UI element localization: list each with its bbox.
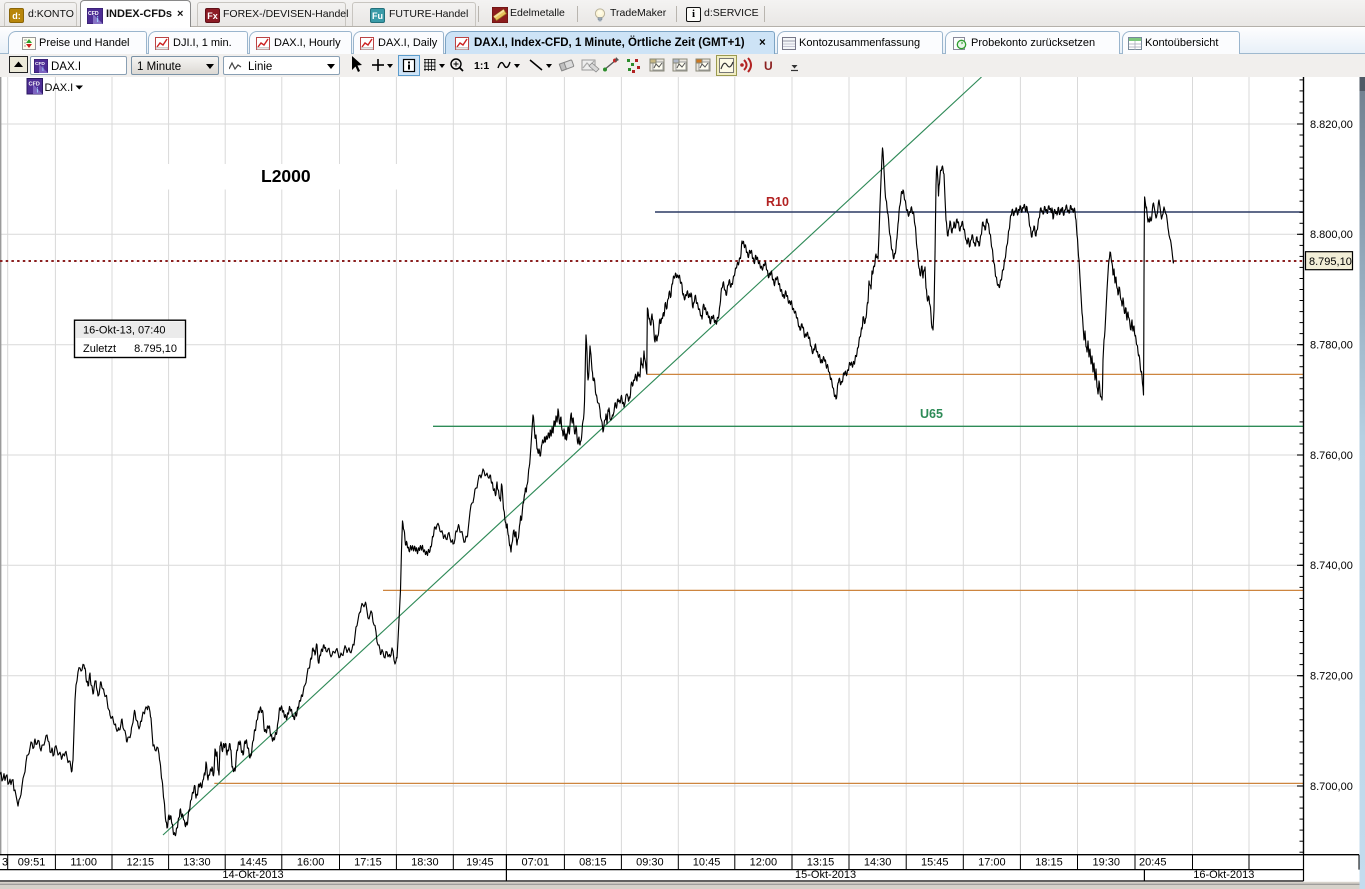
svg-text:13:30: 13:30 <box>183 856 211 868</box>
svg-text:12:00: 12:00 <box>750 856 778 868</box>
svg-text:18:30: 18:30 <box>411 856 439 868</box>
svg-text:13:15: 13:15 <box>807 856 835 868</box>
svg-text:14:45: 14:45 <box>240 856 268 868</box>
svg-text:14-Okt-2013: 14-Okt-2013 <box>222 869 283 881</box>
svg-text:16:00: 16:00 <box>297 856 325 868</box>
svg-text:8.780,00: 8.780,00 <box>1310 340 1353 352</box>
svg-text:8.795,10: 8.795,10 <box>134 343 177 355</box>
svg-text:8.800,00: 8.800,00 <box>1310 229 1353 241</box>
svg-text:L2000: L2000 <box>261 166 311 186</box>
svg-text:1:1: 1:1 <box>474 60 489 72</box>
svg-text:3: 3 <box>2 856 8 868</box>
svg-text:09:30: 09:30 <box>636 856 664 868</box>
svg-text:17:15: 17:15 <box>354 856 382 868</box>
svg-text:08:15: 08:15 <box>579 856 607 868</box>
svg-text:i: i <box>97 15 99 24</box>
svg-text:8.795,10: 8.795,10 <box>1309 256 1352 268</box>
svg-text:U65: U65 <box>920 407 943 421</box>
svg-text:8.720,00: 8.720,00 <box>1310 671 1353 683</box>
svg-text:10:45: 10:45 <box>693 856 721 868</box>
svg-text:14:30: 14:30 <box>864 856 892 868</box>
svg-text:U: U <box>764 59 773 73</box>
svg-text:8.700,00: 8.700,00 <box>1310 781 1353 793</box>
svg-text:18:15: 18:15 <box>1035 856 1063 868</box>
svg-text:i: i <box>42 66 44 73</box>
svg-text:Zuletzt: Zuletzt <box>83 343 116 355</box>
svg-text:DAX.I: DAX.I <box>45 82 74 94</box>
svg-text:20:45: 20:45 <box>1139 856 1167 868</box>
svg-text:CFD: CFD <box>35 61 45 67</box>
svg-text:07:01: 07:01 <box>522 856 550 868</box>
svg-text:16-Okt-2013: 16-Okt-2013 <box>1193 869 1254 881</box>
svg-text:17:00: 17:00 <box>978 856 1006 868</box>
svg-text:R10: R10 <box>766 195 789 209</box>
svg-text:19:45: 19:45 <box>466 856 494 868</box>
svg-text:11:00: 11:00 <box>70 856 97 868</box>
svg-text:i: i <box>37 88 39 95</box>
svg-text:15-Okt-2013: 15-Okt-2013 <box>795 869 856 881</box>
svg-text:15:45: 15:45 <box>921 856 949 868</box>
svg-text:19:30: 19:30 <box>1092 856 1120 868</box>
svg-text:8.760,00: 8.760,00 <box>1310 450 1353 462</box>
svg-text:8.820,00: 8.820,00 <box>1310 119 1353 131</box>
svg-text:16-Okt-13, 07:40: 16-Okt-13, 07:40 <box>83 325 166 337</box>
svg-text:12:15: 12:15 <box>127 856 155 868</box>
svg-text:09:51: 09:51 <box>18 856 46 868</box>
svg-text:8.740,00: 8.740,00 <box>1310 560 1353 572</box>
